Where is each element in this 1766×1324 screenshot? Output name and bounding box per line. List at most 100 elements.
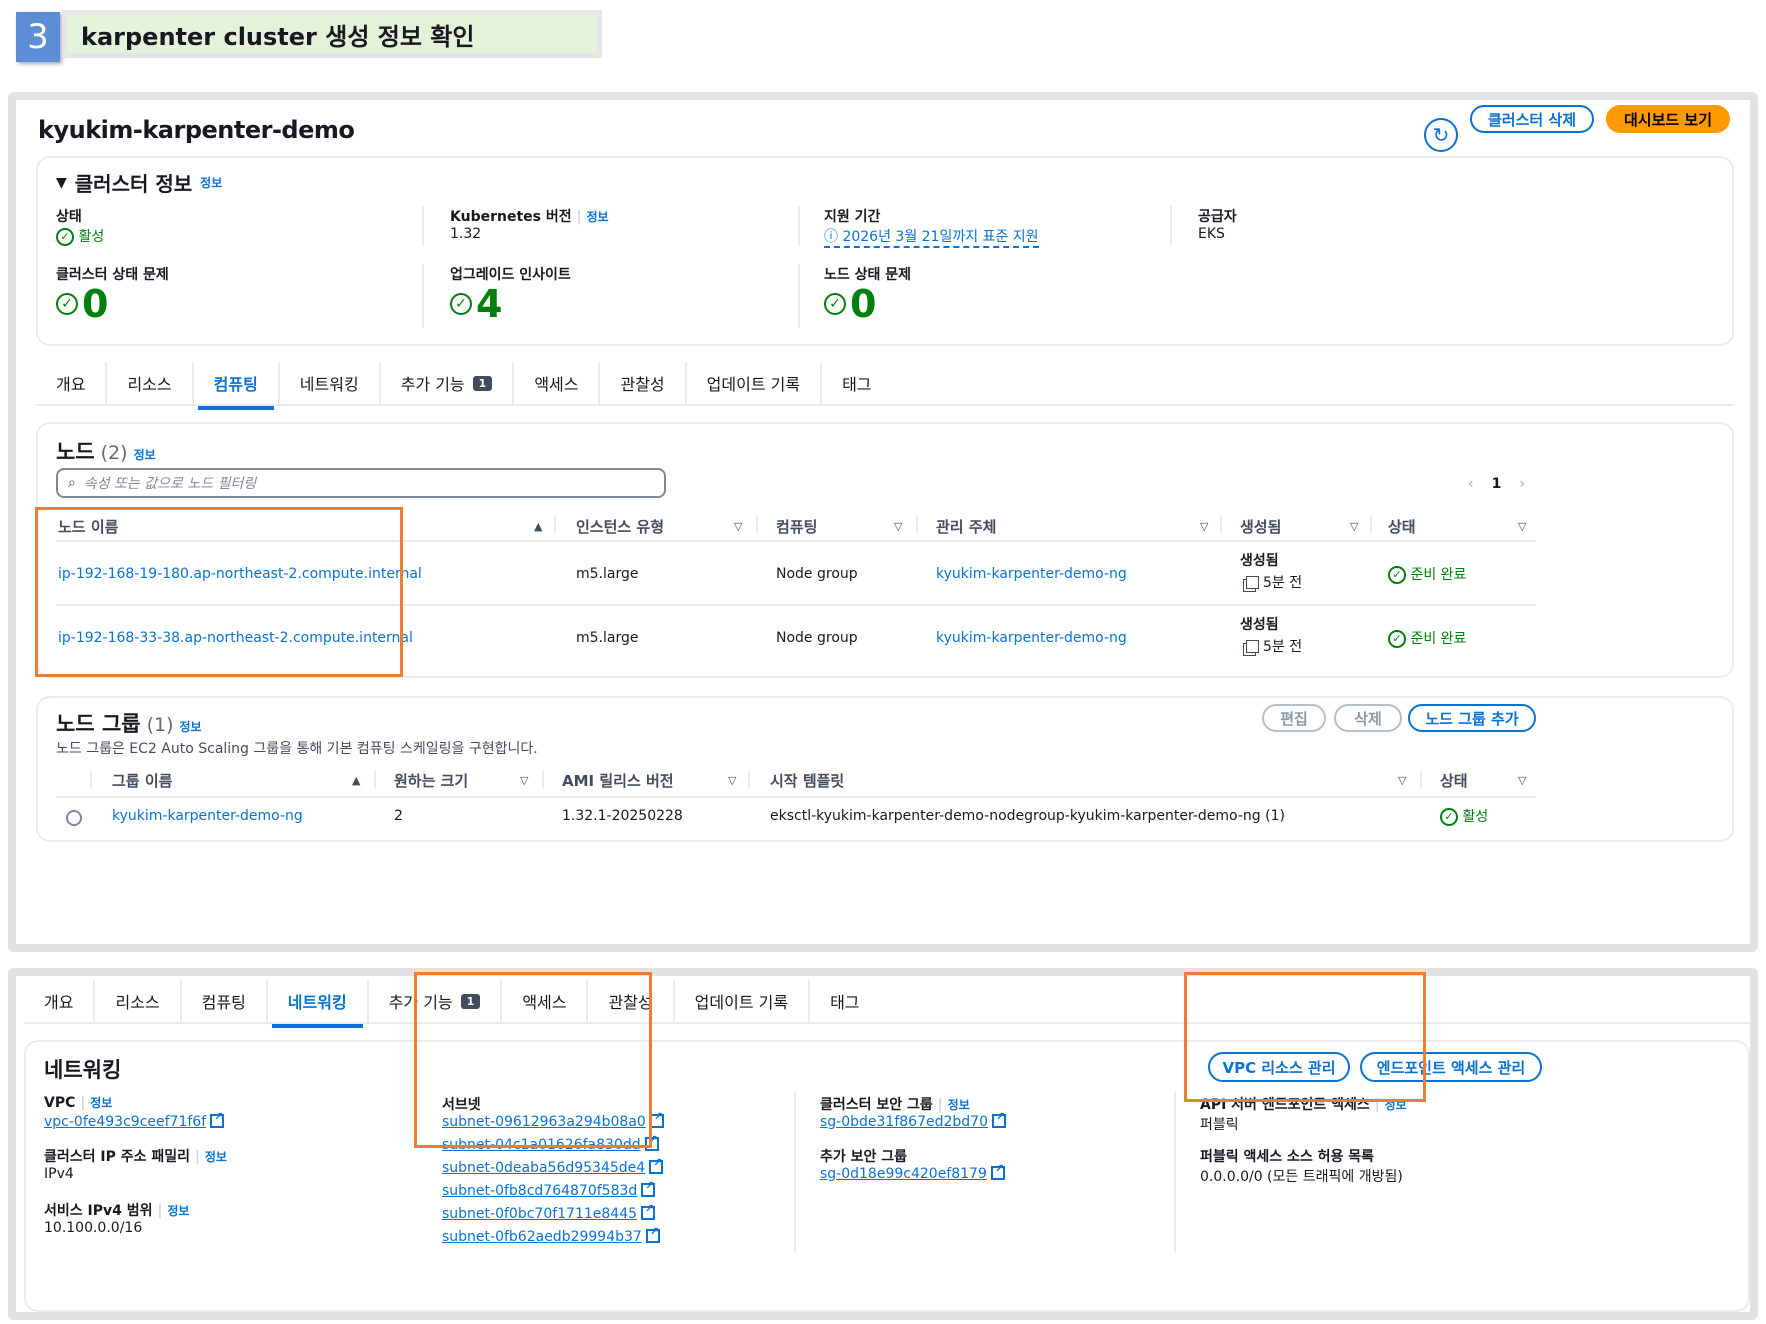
sort-asc-icon[interactable]: ▲ [352,774,360,787]
subnet-link[interactable]: subnet-0fb8cd764870f583d [442,1179,656,1199]
collapse-caret-icon[interactable]: ▼ [56,175,67,191]
nodegroups-count: (1) [146,714,174,736]
tab-networking[interactable]: 네트워킹 [280,362,381,404]
upgrade-insights-label: 업그레이드 인사이트 [450,267,571,283]
tab-overview[interactable]: 개요 [24,980,96,1022]
k8s-info-link[interactable]: 정보 [586,210,608,224]
sort-icon[interactable]: ▽ [1350,520,1358,533]
upgrade-insights-value[interactable]: ✓ 4 [450,282,502,326]
page-number[interactable]: 1 [1492,476,1502,492]
node-compute: Node group [776,630,858,646]
extra-sg-link[interactable]: sg-0d18e99c420ef8179 [820,1162,1005,1182]
tab-update-history[interactable]: 업데이트 기록 [675,980,811,1022]
view-dashboard-button[interactable]: 대시보드 보기 [1606,105,1730,133]
vpc-info-link[interactable]: 정보 [90,1096,112,1110]
external-link-icon [210,1110,225,1128]
refresh-button[interactable]: ↻ [1424,118,1458,152]
node-status: ✓ 준비 완료 [1388,564,1466,584]
k8s-version-value: 1.32 [450,226,482,242]
node-managed-by-link[interactable]: kyukim-karpenter-demo-ng [936,630,1127,646]
support-period-value[interactable]: ⓘ 2026년 3월 21일까지 표준 지원 [824,226,1039,248]
sort-icon[interactable]: ▽ [1200,520,1208,533]
info-circle-icon: ⓘ [824,229,838,245]
tab-observability[interactable]: 관찰성 [600,362,687,404]
tab-tags[interactable]: 태그 [822,362,891,404]
cluster-sg-info-link[interactable]: 정보 [948,1098,970,1112]
delete-cluster-button[interactable]: 클러스터 삭제 [1470,105,1594,133]
nodegroups-info-link[interactable]: 정보 [180,718,202,735]
sort-icon[interactable]: ▽ [734,520,742,533]
next-page-icon[interactable]: › [1519,476,1525,492]
nodegroup-name-link[interactable]: kyukim-karpenter-demo-ng [112,808,303,824]
col-status[interactable]: 상태 [1388,516,1416,537]
tab-compute[interactable]: 컴퓨팅 [194,362,280,410]
public-cidr-value: 0.0.0.0/0 (모든 트래픽에 개방됨) [1200,1169,1403,1185]
k8s-version-label: Kubernetes 버전 | 정보 [450,209,609,225]
cluster-sg-link[interactable]: sg-0bde31f867ed2bd70 [820,1110,1006,1130]
ip-family-info-link[interactable]: 정보 [205,1150,227,1164]
sort-asc-icon[interactable]: ▲ [534,520,542,533]
tab-update-history[interactable]: 업데이트 기록 [687,362,823,404]
tab-compute[interactable]: 컴퓨팅 [182,980,268,1022]
delete-nodegroup-button[interactable]: 삭제 [1334,704,1402,732]
service-range-info-link[interactable]: 정보 [167,1204,189,1218]
cluster-sg-label: 클러스터 보안 그룹 | 정보 [820,1097,970,1113]
tab-resources[interactable]: 리소스 [95,980,182,1022]
edit-button[interactable]: 편집 [1262,704,1326,732]
col-instance-type[interactable]: 인스턴스 유형 [576,516,664,537]
node-managed-by-link[interactable]: kyukim-karpenter-demo-ng [936,566,1127,582]
service-range-label: 서비스 IPv4 범위 | 정보 [44,1203,190,1219]
sort-icon[interactable]: ▽ [520,774,528,787]
sort-icon[interactable]: ▽ [728,774,736,787]
tab-access[interactable]: 액세스 [514,362,601,404]
col-group-name[interactable]: 그룹 이름 [112,770,172,791]
col-created[interactable]: 생성됨 [1240,516,1281,537]
col-desired-size[interactable]: 원하는 크기 [394,770,468,791]
cluster-health-label: 클러스터 상태 문제 [56,267,169,283]
check-circle-icon: ✓ [56,228,74,246]
col-launch-template[interactable]: 시작 템플릿 [770,770,844,791]
prev-page-icon[interactable]: ‹ [1468,476,1474,492]
external-link-icon [641,1179,656,1197]
sort-icon[interactable]: ▽ [894,520,902,533]
node-status: ✓ 준비 완료 [1388,628,1466,648]
tab-networking[interactable]: 네트워킹 [268,980,369,1028]
cluster-tabs-networking: 개요 리소스 컴퓨팅 네트워킹 추가 기능 1 액세스 관찰성 업데이트 기록 태… [24,980,1750,1028]
col-managed-by[interactable]: 관리 주체 [936,516,996,537]
node-health-label: 노드 상태 문제 [824,267,912,283]
col-compute[interactable]: 컴퓨팅 [776,516,817,537]
node-health-value[interactable]: ✓ 0 [824,282,876,326]
provider-value: EKS [1198,226,1225,242]
step-number-badge: 3 [16,12,60,62]
col-nodegroup-status[interactable]: 상태 [1440,770,1468,791]
tab-resources[interactable]: 리소스 [107,362,194,404]
external-link-icon [641,1202,656,1220]
tab-tags[interactable]: 태그 [810,980,879,1022]
status-label: 상태 [56,209,82,225]
highlight-box-subnets [414,972,652,1148]
node-created-value: 5분 전 [1246,572,1302,592]
external-link-icon [990,1162,1005,1180]
add-nodegroup-button[interactable]: 노드 그룹 추가 [1408,704,1536,732]
nodes-info-link[interactable]: 정보 [134,446,156,463]
subnet-link[interactable]: subnet-0f0bc70f1711e8445 [442,1202,656,1222]
provider-label: 공급자 [1198,209,1237,225]
sort-icon[interactable]: ▽ [1518,520,1526,533]
node-filter-input[interactable]: ⌕ 속성 또는 값으로 노드 필터링 [56,468,666,498]
cluster-info-link[interactable]: 정보 [200,174,222,191]
nodegroup-launch-template: eksctl-kyukim-karpenter-demo-nodegroup-k… [770,808,1285,824]
subnet-link[interactable]: subnet-0deaba56d95345de4 [442,1156,664,1176]
vpc-link[interactable]: vpc-0fe493c9ceef71f6f [44,1110,225,1130]
copy-icon[interactable] [1246,640,1259,653]
support-period-label: 지원 기간 [824,209,881,225]
copy-icon[interactable] [1246,576,1259,589]
tab-addons[interactable]: 추가 기능 1 [381,362,515,404]
sort-icon[interactable]: ▽ [1518,774,1526,787]
tab-overview[interactable]: 개요 [36,362,108,404]
cluster-health-value[interactable]: ✓ 0 [56,282,108,326]
nodegroup-select-radio[interactable] [66,810,82,826]
sort-icon[interactable]: ▽ [1398,774,1406,787]
col-ami-version[interactable]: AMI 릴리스 버전 [562,770,674,791]
node-created-value: 5분 전 [1246,636,1302,656]
subnet-link[interactable]: subnet-0fb62aedb29994b37 [442,1225,660,1245]
